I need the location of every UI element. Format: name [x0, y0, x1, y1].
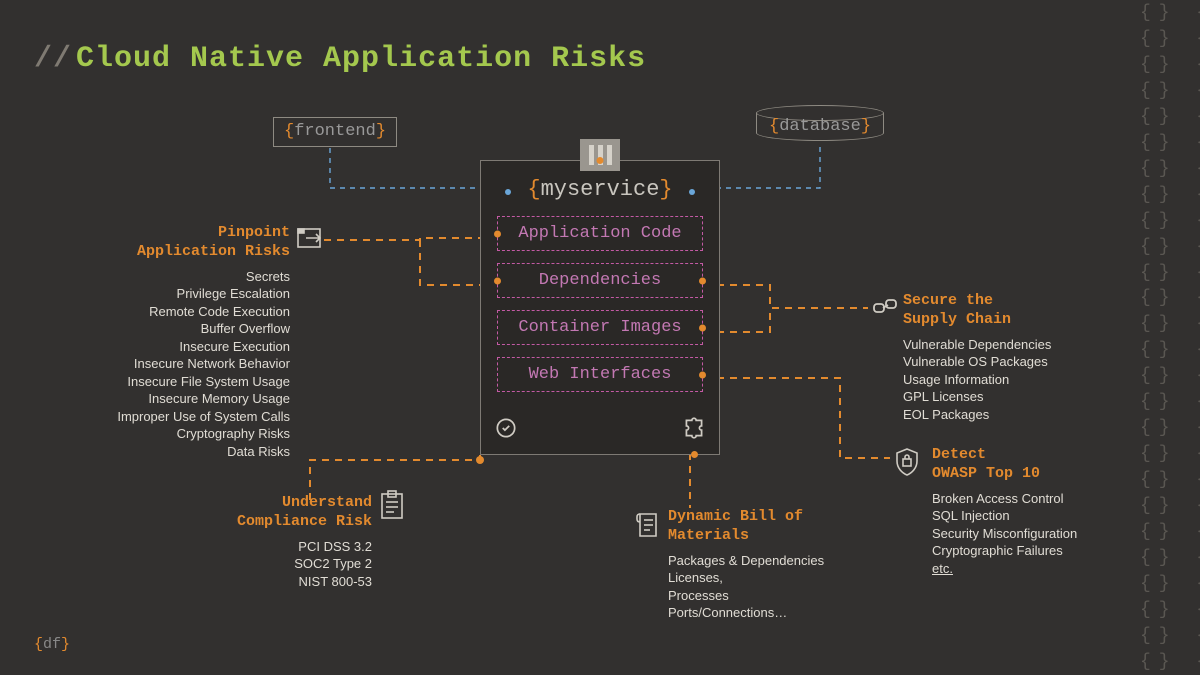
owasp-heading: Detect OWASP Top 10 — [932, 446, 1152, 484]
page-title: //Cloud Native Application Risks — [34, 42, 646, 76]
service-name: {myservice} — [481, 177, 719, 202]
list-item: Cryptography Risks — [60, 425, 290, 443]
list-item: Privilege Escalation — [60, 285, 290, 303]
pinpoint-heading: Pinpoint Application Risks — [60, 224, 290, 262]
pinpoint-list: SecretsPrivilege EscalationRemote Code E… — [60, 268, 290, 461]
connector-dot-icon — [597, 157, 604, 164]
owasp-list: Broken Access ControlSQL InjectionSecuri… — [932, 490, 1152, 578]
dbom-heading: Dynamic Bill of Materials — [668, 508, 868, 546]
seal-check-icon — [493, 415, 519, 446]
connector-dot-icon — [505, 189, 511, 195]
connector-dot-icon — [494, 230, 501, 237]
list-item: Buffer Overflow — [60, 320, 290, 338]
clipboard-icon — [380, 490, 404, 525]
dbom-list: Packages & DependenciesLicenses,Processe… — [668, 552, 868, 622]
list-item: etc. — [932, 560, 1152, 578]
connector-dot-icon — [699, 324, 706, 331]
connector-dot-icon — [494, 277, 501, 284]
list-item: Usage Information — [903, 371, 1113, 389]
list-item: Insecure Execution — [60, 338, 290, 356]
title-text: Cloud Native Application Risks — [76, 42, 646, 76]
service-layer-dependencies: Dependencies — [497, 263, 703, 298]
list-item: Remote Code Execution — [60, 303, 290, 321]
service-card: {myservice} Application Code Dependencie… — [480, 160, 720, 455]
connector-dot-icon — [699, 371, 706, 378]
compliance-block: Understand Compliance Risk PCI DSS 3.2SO… — [152, 494, 372, 590]
list-item: NIST 800-53 — [152, 573, 372, 591]
title-slashes: // — [34, 42, 72, 76]
owasp-block: Detect OWASP Top 10 Broken Access Contro… — [932, 446, 1152, 577]
list-item: PCI DSS 3.2 — [152, 538, 372, 556]
connector-dot-icon — [691, 451, 698, 458]
list-item: SQL Injection — [932, 507, 1152, 525]
brand-logo: {df} — [34, 636, 70, 653]
list-item: Insecure Memory Usage — [60, 390, 290, 408]
list-item: Insecure File System Usage — [60, 373, 290, 391]
compliance-heading: Understand Compliance Risk — [152, 494, 372, 532]
list-item: GPL Licenses — [903, 388, 1113, 406]
frontend-node: {frontend} — [273, 117, 397, 147]
list-item: Cryptographic Failures — [932, 542, 1152, 560]
frontend-label: frontend — [294, 122, 376, 141]
list-item: Vulnerable OS Packages — [903, 353, 1113, 371]
pinpoint-risks-block: Pinpoint Application Risks SecretsPrivil… — [60, 224, 290, 461]
list-item: Broken Access Control — [932, 490, 1152, 508]
supply-chain-block: Secure the Supply Chain Vulnerable Depen… — [903, 292, 1113, 423]
compliance-list: PCI DSS 3.2SOC2 Type 2NIST 800-53 — [152, 538, 372, 591]
shield-lock-icon — [894, 447, 920, 482]
list-item: Vulnerable Dependencies — [903, 336, 1113, 354]
list-item: Licenses, — [668, 569, 868, 587]
service-layer-container-images: Container Images — [497, 310, 703, 345]
supply-list: Vulnerable DependenciesVulnerable OS Pac… — [903, 336, 1113, 424]
link-chain-icon — [873, 297, 899, 324]
service-layer-app-code: Application Code — [497, 216, 703, 251]
puzzle-icon — [681, 415, 707, 446]
database-node: {database} — [767, 113, 873, 136]
decorative-brace-pattern: {} {} {}{} {} {}{} {} {}{} {} {}{} {} {}… — [1140, 0, 1200, 675]
supply-heading: Secure the Supply Chain — [903, 292, 1113, 330]
list-item: Secrets — [60, 268, 290, 286]
list-item: Ports/Connections… — [668, 604, 868, 622]
list-item: EOL Packages — [903, 406, 1113, 424]
list-item: Insecure Network Behavior — [60, 355, 290, 373]
service-layer-web-interfaces: Web Interfaces — [497, 357, 703, 392]
database-label: database — [779, 117, 861, 136]
list-item: Security Misconfiguration — [932, 525, 1152, 543]
connector-dot-icon — [689, 189, 695, 195]
document-roll-icon — [636, 510, 662, 545]
service-handle-icon — [580, 139, 620, 171]
dbom-block: Dynamic Bill of Materials Packages & Dep… — [668, 508, 868, 622]
list-item: Packages & Dependencies — [668, 552, 868, 570]
list-item: Improper Use of System Calls — [60, 408, 290, 426]
list-item: Data Risks — [60, 443, 290, 461]
diagram-stage: //Cloud Native Application Risks {fronte… — [0, 0, 1200, 675]
connector-dot-icon — [699, 277, 706, 284]
list-item: Processes — [668, 587, 868, 605]
terminal-arrow-icon — [297, 228, 325, 255]
list-item: SOC2 Type 2 — [152, 555, 372, 573]
